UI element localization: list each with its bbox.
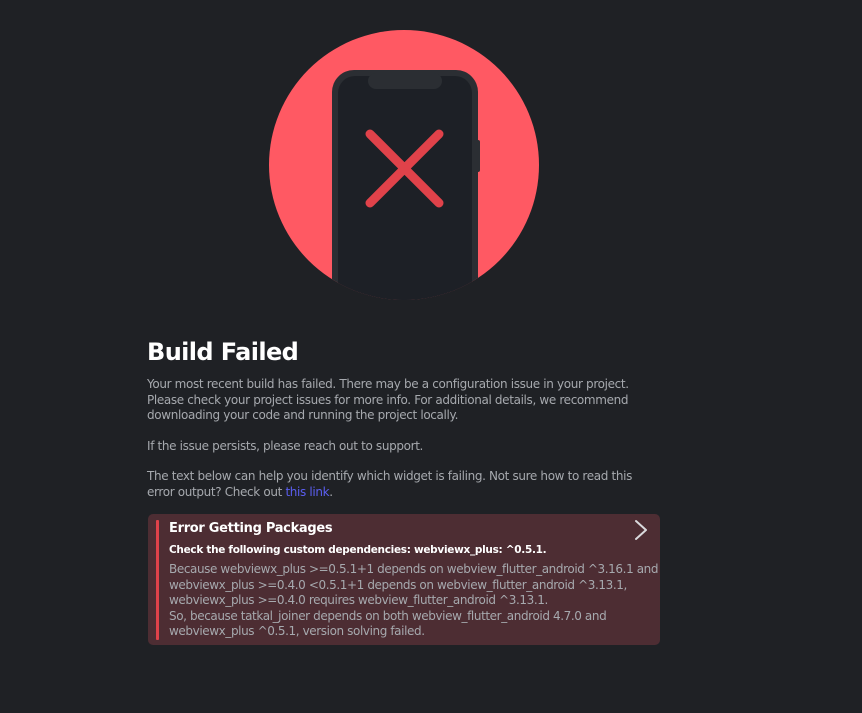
build-failed-description: Your most recent build has failed. There… [147, 377, 629, 422]
error-help-note: The text below can help you identify whi… [147, 469, 661, 500]
support-note: If the issue persists, please reach out … [147, 438, 424, 453]
chevron-right-icon[interactable] [632, 519, 650, 541]
help-link[interactable]: this link [285, 485, 329, 499]
error-detail-line: So, because tatkal_joiner depends on bot… [169, 608, 607, 623]
error-detail-line: webviewx_plus >=0.4.0 <0.5.1+1 depends o… [169, 577, 627, 592]
error-subtitle: Check the following custom dependencies:… [169, 544, 547, 556]
error-detail-line: Because webviewx_plus >=0.5.1+1 depends … [169, 562, 659, 576]
build-failed-illustration [269, 30, 539, 300]
build-status-content: Build Failed Your most recent build has … [147, 334, 661, 500]
error-detail-line: webviewx_plus >=0.4.0 requires webview_f… [169, 593, 548, 607]
error-accent-bar [156, 520, 159, 640]
error-title: Error Getting Packages [169, 521, 333, 536]
error-detail-line: webviewx_plus ^0.5.1, version solving fa… [169, 624, 425, 638]
error-details: Because webviewx_plus >=0.5.1+1 depends … [169, 562, 659, 640]
error-help-text: The text below can help you identify whi… [147, 469, 633, 499]
error-help-suffix: . [329, 484, 333, 499]
page-title: Build Failed [147, 338, 299, 366]
error-card[interactable]: Error Getting Packages Check the followi… [148, 514, 660, 645]
phone-error-icon [332, 70, 480, 300]
